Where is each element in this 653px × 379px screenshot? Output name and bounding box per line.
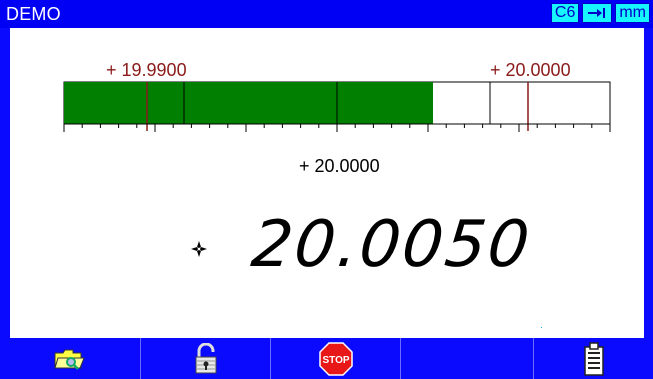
status-dot [541, 327, 542, 328]
folder-search-icon [54, 349, 85, 370]
clipboard-button[interactable] [534, 338, 653, 379]
bar-gauge [63, 81, 611, 132]
gauge-fill [64, 82, 433, 124]
unlocked-padlock-icon [195, 342, 216, 373]
direction-badge[interactable] [582, 3, 613, 23]
unit-badge[interactable]: mm [615, 3, 650, 23]
empty-button-4[interactable] [401, 338, 534, 379]
channel-badge[interactable]: C6 [550, 3, 580, 23]
nominal-label: + 20.0000 [299, 156, 380, 176]
measurement-readout: 20.0050 [190, 208, 535, 292]
plus-sign-icon [191, 241, 207, 257]
stop-button[interactable]: STOP [271, 338, 401, 379]
clipboard-icon [583, 341, 604, 376]
measurement-panel: + 19.9900 + 20.0000 + 20.0000 20.0050 [10, 28, 644, 338]
measurement-value: 20.0050 [248, 208, 535, 282]
bottom-toolbar: STOP [0, 338, 653, 379]
arrow-to-bar-icon [588, 8, 606, 18]
stop-label: STOP [322, 355, 349, 366]
window-frame: DEMO C6 mm + 19.9900 + 20.0000 + 20.0000… [0, 0, 653, 379]
window-title: DEMO [6, 4, 61, 24]
title-bar: DEMO C6 mm [0, 0, 653, 28]
stop-sign-icon: STOP [318, 341, 353, 376]
unlock-button[interactable] [141, 338, 271, 379]
open-file-button[interactable] [0, 338, 141, 379]
status-badges: C6 mm [550, 3, 650, 23]
